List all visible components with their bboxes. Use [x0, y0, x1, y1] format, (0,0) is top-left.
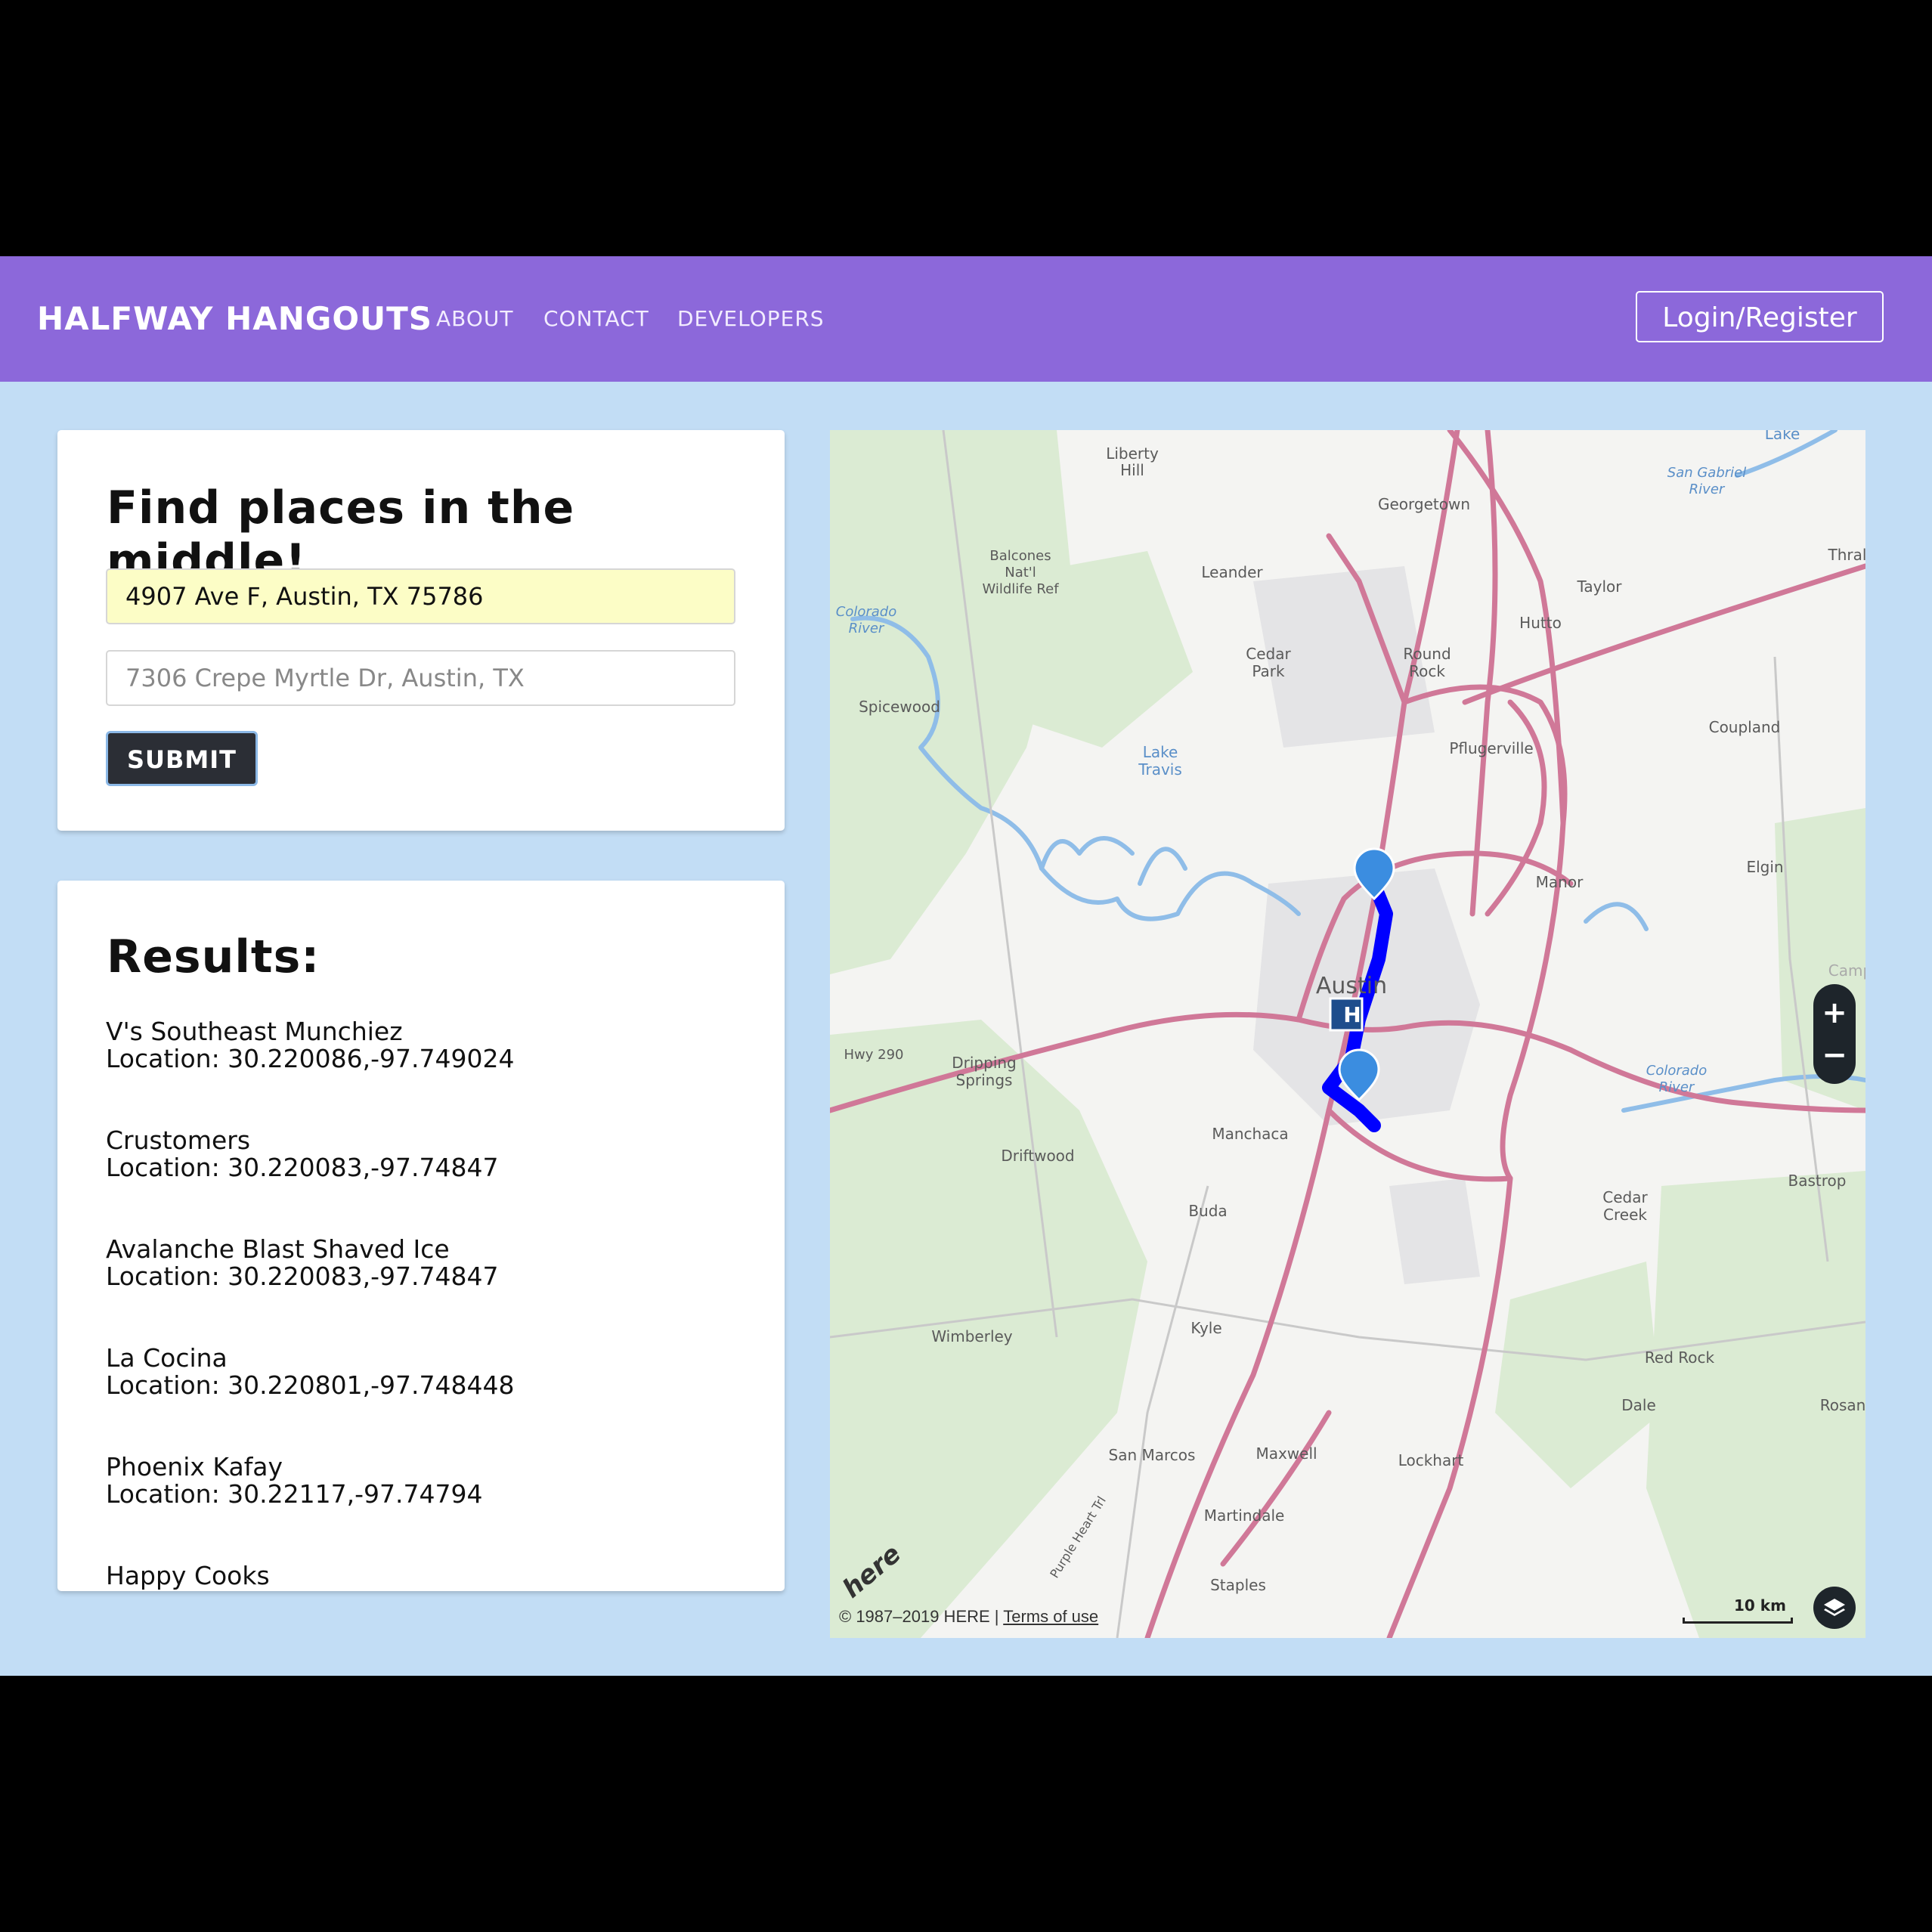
layers-button[interactable] — [1813, 1587, 1856, 1629]
svg-text:River: River — [849, 621, 885, 636]
zoom-in-button[interactable]: + — [1813, 992, 1856, 1034]
svg-text:Balcones: Balcones — [989, 548, 1051, 564]
map-attribution: © 1987–2019 HERE | Terms of use — [839, 1607, 1098, 1627]
zoom-control: + − — [1813, 984, 1856, 1084]
nav-link-developers[interactable]: DEVELOPERS — [677, 306, 825, 331]
svg-text:Hwy 290: Hwy 290 — [844, 1047, 904, 1063]
svg-text:Austin: Austin — [1316, 973, 1387, 999]
svg-text:River: River — [1689, 481, 1726, 497]
svg-text:Lake: Lake — [1765, 430, 1800, 443]
svg-text:Cedar: Cedar — [1602, 1188, 1648, 1206]
nav-link-contact[interactable]: CONTACT — [543, 306, 649, 331]
svg-text:Dripping: Dripping — [952, 1054, 1017, 1072]
result-location: Location: 30.220086,-97.749024 — [106, 1044, 515, 1073]
list-item: Crustomers Location: 30.220083,-97.74847 — [106, 1127, 756, 1236]
result-location: Location: 30.220083,-97.74847 — [106, 1153, 499, 1182]
svg-text:Lake: Lake — [1143, 743, 1178, 761]
svg-text:Travis: Travis — [1138, 760, 1182, 779]
list-item: Phoenix Kafay Location: 30.22117,-97.747… — [106, 1454, 756, 1562]
svg-text:Red Rock: Red Rock — [1645, 1348, 1715, 1367]
result-location: Location: 30.220083,-97.74847 — [106, 1262, 499, 1291]
result-name: Happy Cooks — [106, 1561, 270, 1590]
svg-text:Colorado: Colorado — [1646, 1063, 1707, 1079]
svg-text:Cedar: Cedar — [1246, 645, 1291, 663]
results-card: Results: V's Southeast Munchiez Location… — [57, 881, 785, 1591]
zoom-out-button[interactable]: − — [1813, 1034, 1856, 1076]
list-item: Avalanche Blast Shaved Ice Location: 30.… — [106, 1236, 756, 1345]
scale-label: 10 km — [1734, 1596, 1786, 1615]
map-canvas[interactable]: Liberty Hill Georgetown Leander Cedar Pa… — [830, 430, 1865, 1638]
svg-text:River: River — [1659, 1079, 1695, 1095]
svg-text:San Marcos: San Marcos — [1109, 1446, 1196, 1464]
svg-text:Driftwood: Driftwood — [1001, 1147, 1074, 1165]
scale-bar — [1683, 1618, 1793, 1624]
svg-text:Spicewood: Spicewood — [859, 698, 940, 716]
svg-text:Georgetown: Georgetown — [1378, 495, 1470, 513]
svg-text:Maxwell: Maxwell — [1255, 1444, 1317, 1463]
svg-text:Leander: Leander — [1201, 563, 1263, 581]
svg-text:Manchaca: Manchaca — [1212, 1125, 1288, 1143]
nav-link-about[interactable]: ABOUT — [436, 306, 514, 331]
result-name: Crustomers — [106, 1125, 251, 1155]
result-name: Phoenix Kafay — [106, 1452, 283, 1482]
svg-text:Thral: Thral — [1828, 546, 1865, 564]
midpoint-label: H — [1343, 1002, 1361, 1027]
address-input-1[interactable]: 4907 Ave F, Austin, TX 75786 — [106, 568, 735, 624]
svg-text:Bastrop: Bastrop — [1788, 1172, 1847, 1190]
svg-text:Coupland: Coupland — [1709, 718, 1781, 736]
layers-icon — [1824, 1599, 1845, 1616]
svg-text:Liberty: Liberty — [1106, 444, 1159, 463]
brand-logo[interactable]: HALFWAY HANGOUTS — [37, 300, 432, 337]
svg-text:Manor: Manor — [1536, 873, 1584, 891]
submit-button[interactable]: SUBMIT — [106, 731, 258, 786]
svg-text:Round: Round — [1403, 645, 1451, 663]
address-input-2[interactable]: 7306 Crepe Myrtle Dr, Austin, TX — [106, 650, 735, 706]
svg-text:Camp: Camp — [1828, 961, 1865, 980]
svg-text:Staples: Staples — [1210, 1576, 1266, 1594]
svg-text:Rock: Rock — [1409, 662, 1445, 680]
result-location: Location: 30.220801,-97.748448 — [106, 1370, 515, 1400]
result-location: Location: 30.22117,-97.74794 — [106, 1479, 483, 1509]
results-title: Results: — [107, 930, 320, 983]
svg-text:Nat'l: Nat'l — [1005, 565, 1036, 581]
svg-text:Dale: Dale — [1621, 1396, 1656, 1414]
svg-text:Creek: Creek — [1603, 1206, 1647, 1224]
svg-text:Taylor: Taylor — [1576, 577, 1622, 596]
page: HALFWAY HANGOUTS ABOUT CONTACT DEVELOPER… — [0, 256, 1932, 1676]
svg-text:Hutto: Hutto — [1519, 614, 1562, 632]
list-item: Happy Cooks — [106, 1562, 756, 1591]
result-name: Avalanche Blast Shaved Ice — [106, 1234, 450, 1264]
svg-text:San Gabriel: San Gabriel — [1667, 465, 1746, 481]
svg-text:Elgin: Elgin — [1746, 858, 1783, 876]
svg-text:Hill: Hill — [1120, 461, 1144, 479]
result-name: V's Southeast Munchiez — [106, 1017, 403, 1046]
svg-text:Lockhart: Lockhart — [1398, 1451, 1464, 1469]
svg-text:Park: Park — [1252, 662, 1285, 680]
results-list: V's Southeast Munchiez Location: 30.2200… — [106, 1018, 756, 1591]
list-item: La Cocina Location: 30.220801,-97.748448 — [106, 1345, 756, 1454]
svg-text:Purple Heart Trl: Purple Heart Trl — [1047, 1494, 1109, 1581]
terms-of-use-link[interactable]: Terms of use — [1003, 1607, 1098, 1626]
svg-text:Colorado: Colorado — [836, 604, 896, 620]
svg-text:Rosan: Rosan — [1820, 1396, 1865, 1414]
svg-text:Springs: Springs — [956, 1071, 1013, 1089]
svg-text:Wimberley: Wimberley — [931, 1327, 1012, 1345]
list-item: V's Southeast Munchiez Location: 30.2200… — [106, 1018, 756, 1127]
svg-text:Buda: Buda — [1188, 1202, 1227, 1220]
svg-text:Martindale: Martindale — [1204, 1506, 1285, 1525]
svg-text:Wildlife Ref: Wildlife Ref — [982, 581, 1059, 597]
navbar: HALFWAY HANGOUTS ABOUT CONTACT DEVELOPER… — [0, 256, 1932, 382]
login-register-button[interactable]: Login/Register — [1636, 291, 1884, 342]
search-card: Find places in the middle! 4907 Ave F, A… — [57, 430, 785, 831]
result-name: La Cocina — [106, 1343, 228, 1373]
svg-text:Kyle: Kyle — [1190, 1319, 1221, 1337]
attribution-text: © 1987–2019 HERE | — [839, 1607, 1004, 1626]
map-view[interactable]: Liberty Hill Georgetown Leander Cedar Pa… — [830, 430, 1865, 1638]
svg-text:Pflugerville: Pflugerville — [1449, 739, 1533, 757]
